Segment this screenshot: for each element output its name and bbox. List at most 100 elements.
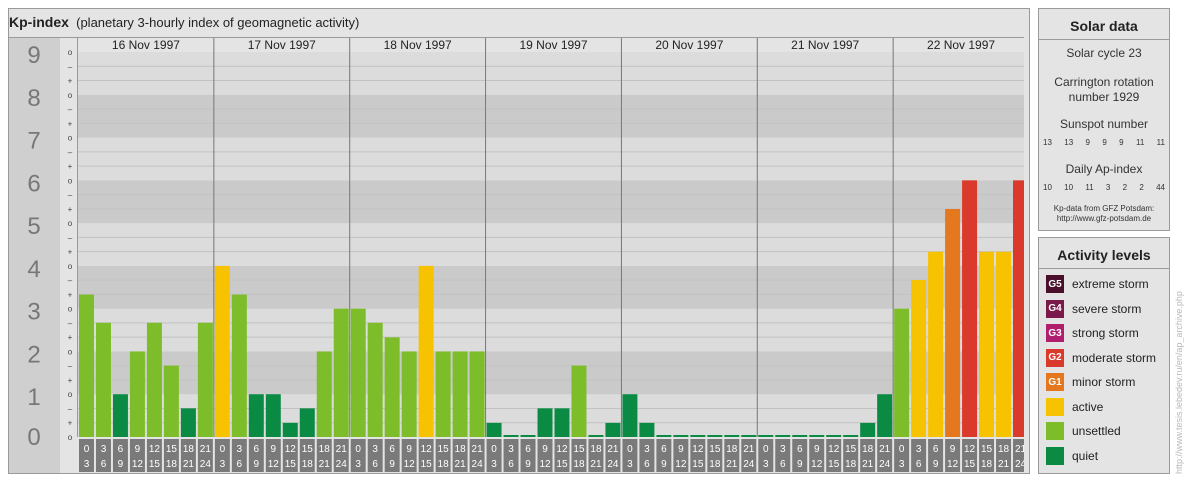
y-tick-label: 0 (27, 424, 40, 451)
day-header-label: 19 Nov 1997 (519, 38, 587, 52)
time-slot-end: 24 (472, 459, 484, 470)
credit-line1: Kp-data from GFZ Potsdam: (1053, 204, 1155, 213)
y-tick-label: 4 (27, 256, 40, 283)
time-slot-start: 3 (372, 444, 378, 455)
kp-bar (350, 308, 366, 437)
time-slot-end: 18 (166, 459, 178, 470)
activity-divider (1039, 268, 1169, 269)
time-slot-end: 9 (389, 459, 395, 470)
ap-value: 44 (1156, 183, 1165, 192)
kp-bar (79, 294, 94, 437)
time-slot-start: 15 (845, 444, 857, 455)
ap-value: 2 (1122, 183, 1128, 192)
minor-tick-label: o (68, 305, 73, 314)
time-slot-end: 6 (916, 459, 922, 470)
time-slot-end: 24 (879, 459, 891, 470)
time-slot-end: 18 (302, 459, 314, 470)
minor-tick-label: + (68, 162, 73, 171)
time-slot-end: 9 (525, 459, 531, 470)
time-slot-end: 18 (981, 459, 993, 470)
legend-swatch: G4 (1046, 299, 1064, 318)
kp-bar (826, 435, 842, 437)
kp-bar (435, 351, 451, 437)
day-header-label: 22 Nov 1997 (927, 38, 995, 52)
time-slot-end: 3 (220, 459, 226, 470)
time-slot-end: 24 (200, 459, 212, 470)
kp-bar (214, 265, 230, 437)
time-slot-start: 15 (573, 444, 585, 455)
time-slot-end: 9 (118, 459, 124, 470)
time-slot-start: 6 (661, 444, 667, 455)
time-slot-start: 9 (678, 444, 684, 455)
y-tick-label: 5 (27, 213, 40, 240)
minor-tick-label: + (68, 119, 73, 128)
time-slot-start: 18 (455, 444, 467, 455)
time-slot-start: 0 (491, 444, 497, 455)
time-slot-end: 12 (132, 459, 144, 470)
minor-tick-label: + (68, 248, 73, 257)
time-slot-end: 21 (998, 459, 1010, 470)
time-slot-start: 6 (389, 444, 395, 455)
sunspot-values: 13 13 9 9 9 11 11 (1043, 138, 1165, 147)
grid-band (78, 94, 1024, 138)
time-slot-start: 6 (118, 444, 124, 455)
minor-tick-label: – (68, 319, 73, 328)
kp-bar (928, 251, 944, 437)
solar-cycle: Solar cycle 23 (1066, 46, 1142, 60)
time-slot-start: 21 (336, 444, 348, 455)
time-slot-start: 9 (542, 444, 548, 455)
grid-band (78, 52, 1024, 95)
time-slot-end: 6 (508, 459, 514, 470)
legend-label: quiet (1072, 448, 1099, 463)
kp-bar (894, 308, 910, 437)
time-slot-start: 9 (135, 444, 141, 455)
sunspot-value: 13 (1064, 138, 1074, 147)
y-tick-label: 1 (27, 384, 40, 411)
kp-bar (945, 208, 961, 437)
time-slot-start: 12 (285, 444, 297, 455)
time-slot-start: 3 (780, 444, 786, 455)
time-slot-start: 9 (814, 444, 820, 455)
time-slot-end: 15 (556, 459, 568, 470)
minor-tick-label: + (68, 419, 73, 428)
minor-tick-label: o (68, 91, 73, 100)
minor-tick-label: – (68, 148, 73, 157)
grid-band (78, 137, 1024, 181)
kp-bar (571, 365, 587, 437)
kp-bar (605, 422, 621, 437)
time-slot-start: 15 (438, 444, 450, 455)
legend-label: severe storm (1072, 301, 1142, 316)
time-slot-end: 21 (590, 459, 602, 470)
kp-bar (129, 351, 145, 437)
grid-band (78, 180, 1024, 224)
time-slot-end: 18 (709, 459, 721, 470)
sunspot-label: Sunspot number (1059, 117, 1149, 131)
legend-swatch: G3 (1046, 324, 1064, 342)
ap-value: 11 (1085, 183, 1094, 192)
minor-tick-label: – (68, 191, 73, 200)
kp-bar (95, 322, 111, 437)
minor-tick-label: – (68, 276, 73, 285)
time-slot-start: 12 (692, 444, 704, 455)
kp-bar (996, 251, 1012, 437)
time-slot-end: 9 (254, 459, 260, 470)
time-slot-end: 6 (780, 459, 786, 470)
legend-item: G1 minor storm (1046, 373, 1135, 391)
kp-bar (486, 422, 502, 437)
y-tick-label: 7 (27, 128, 40, 155)
kp-bar (758, 435, 774, 437)
ap-label: Daily Ap-index (1065, 162, 1143, 176)
kp-bar (639, 422, 655, 437)
legend-label: strong storm (1072, 326, 1139, 340)
y-tick-label: 9 (27, 42, 40, 69)
time-slot-start: 21 (607, 444, 619, 455)
time-slot-start: 15 (709, 444, 721, 455)
legend-item: G5 extreme storm (1046, 275, 1149, 293)
time-slot-start: 9 (950, 444, 956, 455)
legend-item: G4 severe storm (1046, 299, 1142, 318)
time-slot-end: 24 (607, 459, 619, 470)
day-header-label: 17 Nov 1997 (248, 38, 316, 52)
kp-bar (690, 435, 706, 437)
time-slot-start: 3 (508, 444, 514, 455)
y-tick-label: 3 (27, 299, 40, 326)
